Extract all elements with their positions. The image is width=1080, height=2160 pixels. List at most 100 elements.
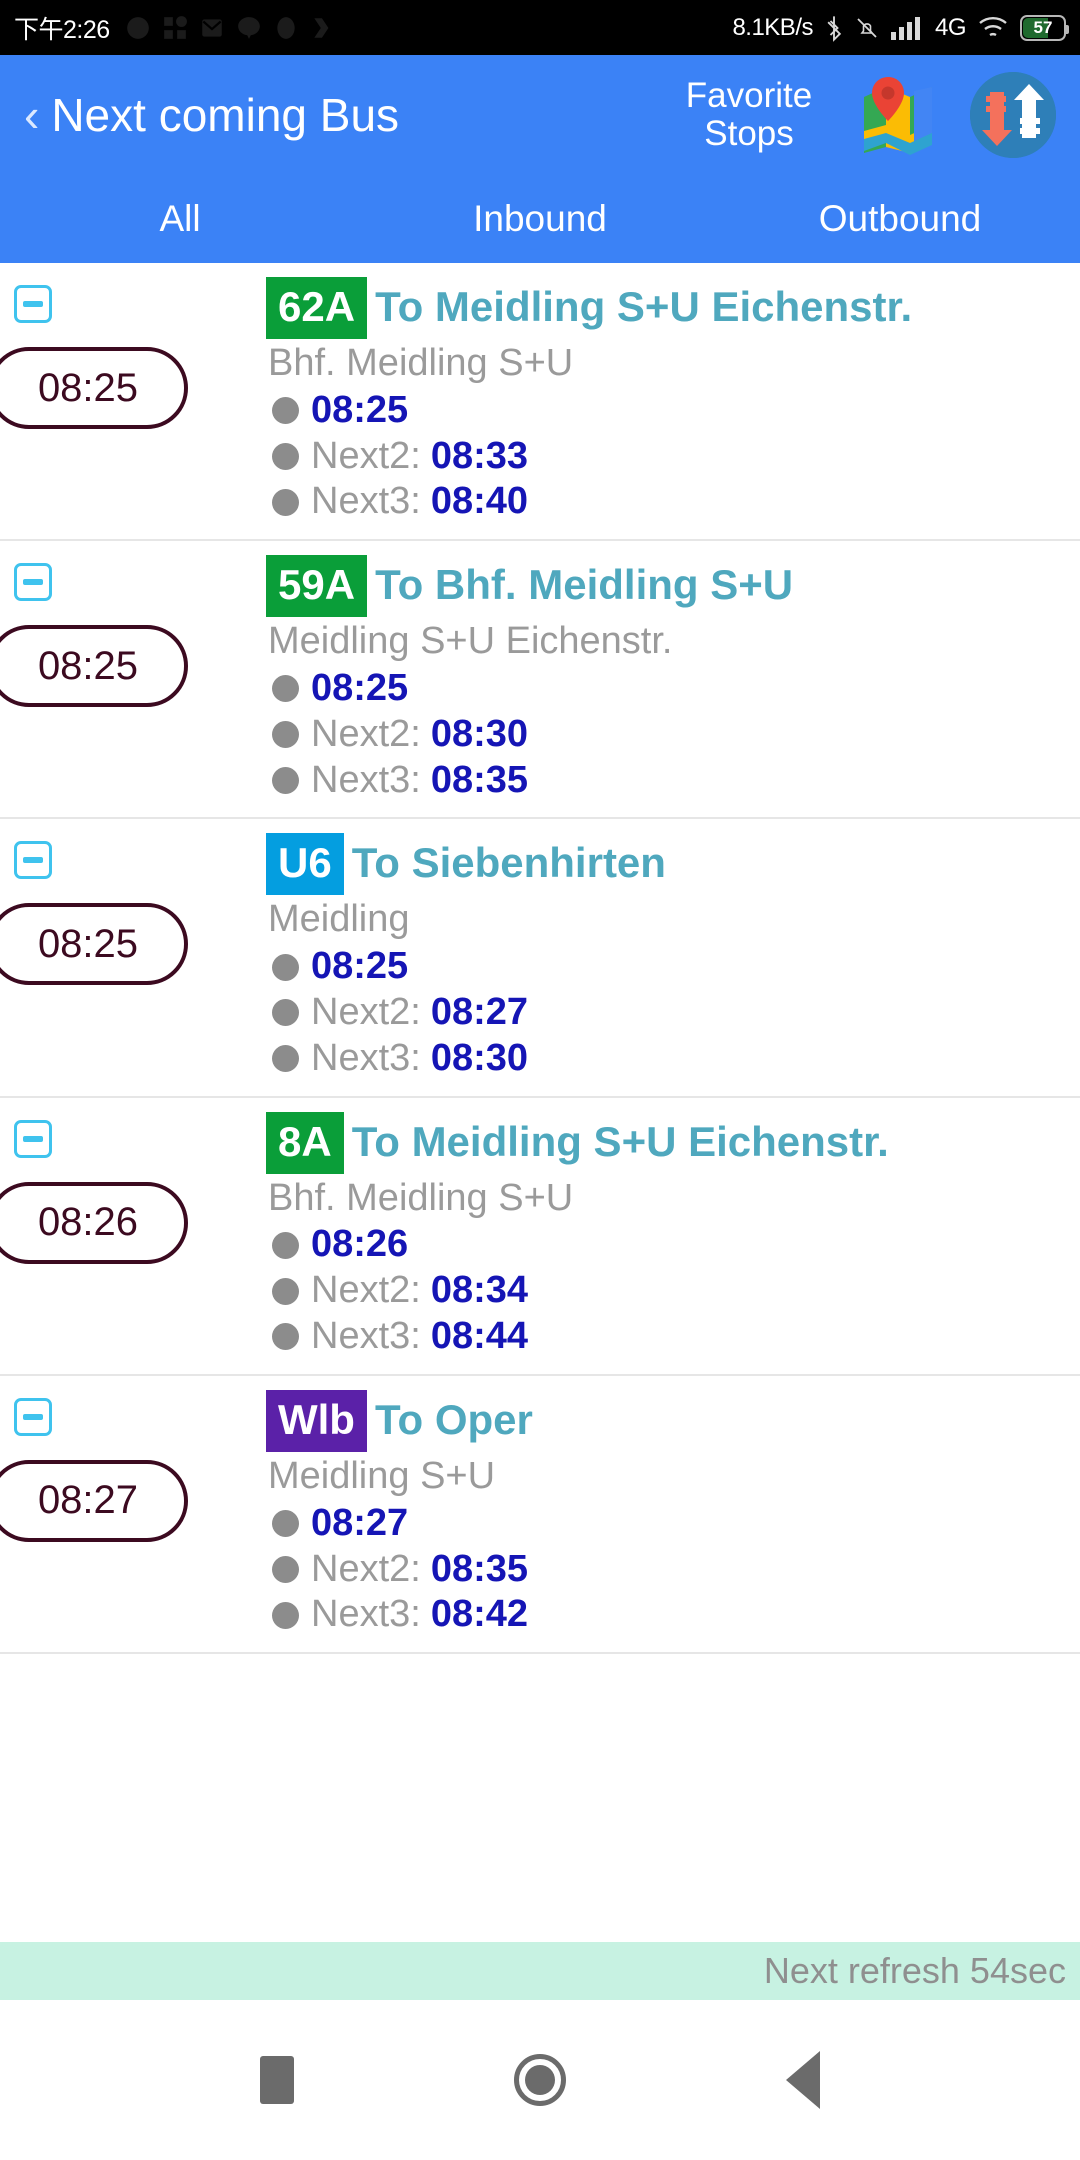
- bullet-icon: [272, 675, 299, 703]
- tab-inbound[interactable]: Inbound: [360, 198, 720, 240]
- tab-all[interactable]: All: [0, 198, 360, 240]
- favorite-stops-button[interactable]: Favorite Stops: [654, 77, 844, 153]
- triangle-back-icon[interactable]: [786, 2051, 820, 2109]
- time-label: Next3:: [311, 1593, 421, 1636]
- time-row: Next3: 08:44: [266, 1315, 1070, 1358]
- collapse-icon[interactable]: [14, 1119, 52, 1158]
- favorite-stops-label-line2: Stops: [704, 114, 794, 153]
- route-header: U6 To Siebenhirten: [266, 833, 1070, 896]
- departure-card[interactable]: 08:26 8A To Meidling S+U Eichenstr. Bhf.…: [0, 1098, 1080, 1376]
- square-recents-icon[interactable]: [260, 2056, 294, 2104]
- wifi-icon: [979, 16, 1007, 36]
- circle-home-icon[interactable]: [514, 2054, 566, 2106]
- next-departure-pill: 08:26: [0, 1181, 188, 1264]
- time-label: Next3:: [311, 480, 421, 523]
- route-badge: 8A: [266, 1111, 344, 1174]
- bullet-icon: [272, 1601, 299, 1629]
- time-row: Next2: 08:33: [266, 434, 1070, 478]
- line-icon: [237, 16, 260, 39]
- time-value: 08:34: [430, 1269, 529, 1312]
- time-row: 08:25: [266, 945, 1070, 988]
- time-value: 08:40: [430, 480, 529, 523]
- departure-card-body: 59A To Bhf. Meidling S+U Meidling S+U Ei…: [266, 555, 1080, 801]
- android-nav-bar: [0, 2000, 1080, 2160]
- route-header: Wlb To Oper: [266, 1389, 1070, 1452]
- time-value: 08:25: [311, 945, 409, 988]
- tab-bar: All Inbound Outbound: [0, 175, 1080, 263]
- time-value: 08:35: [430, 1547, 529, 1590]
- departure-card[interactable]: 08:25 59A To Bhf. Meidling S+U Meidling …: [0, 541, 1080, 820]
- next-departure-pill: 08:25: [0, 625, 188, 708]
- apps-icon: [163, 15, 187, 39]
- refresh-status-bar: Next refresh 54sec: [0, 1942, 1080, 2000]
- departure-list[interactable]: 08:25 62A To Meidling S+U Eichenstr. Bhf…: [0, 263, 1080, 1942]
- status-bar-right: 8.1KB/s 4G 57: [732, 13, 1069, 42]
- bluetooth-icon: [827, 15, 842, 42]
- stop-name: Meidling S+U: [268, 1454, 496, 1497]
- time-row: Next3: 08:42: [266, 1593, 1070, 1636]
- time-value: 08:44: [430, 1315, 529, 1358]
- next-refresh-text: Next refresh 54sec: [763, 1950, 1066, 1991]
- route-header: 8A To Meidling S+U Eichenstr.: [266, 1111, 1070, 1174]
- time-row: Next3: 08:40: [266, 481, 1070, 523]
- mobile-network-label: 4G: [934, 13, 967, 41]
- time-value: 08:42: [430, 1593, 529, 1636]
- time-row: Next3: 08:30: [266, 1037, 1070, 1080]
- map-icon[interactable]: [860, 73, 944, 157]
- collapse-icon[interactable]: [14, 1397, 52, 1436]
- silent-mode-icon: [857, 17, 877, 38]
- gmail-icon: [201, 18, 222, 37]
- chrome-icon: [126, 16, 149, 39]
- bullet-icon: [272, 488, 299, 516]
- time-row: Next2: 08:27: [266, 991, 1070, 1034]
- stop-name: Bhf. Meidling S+U: [268, 342, 574, 384]
- bullet-icon: [272, 1045, 299, 1073]
- time-row: 08:25: [266, 389, 1070, 432]
- circle-app-icon: [277, 16, 295, 39]
- time-row: 08:26: [266, 1224, 1070, 1266]
- time-value: 08:27: [311, 1501, 409, 1544]
- stop-name: Meidling: [268, 898, 410, 941]
- collapse-icon[interactable]: [14, 563, 52, 602]
- departure-card[interactable]: 08:25 U6 To Siebenhirten Meidling 08:25 …: [0, 819, 1080, 1098]
- route-header: 59A To Bhf. Meidling S+U: [266, 555, 1070, 618]
- bullet-icon: [272, 953, 299, 981]
- bullet-icon: [272, 1555, 299, 1583]
- time-label: Next2:: [311, 712, 421, 755]
- time-row: 08:27: [266, 1501, 1070, 1545]
- departure-card[interactable]: 08:27 Wlb To Oper Meidling S+U 08:27 Nex…: [0, 1376, 1080, 1655]
- collapse-icon[interactable]: [14, 841, 52, 880]
- signal-bars-icon: [890, 16, 920, 40]
- route-destination: To Oper: [374, 1395, 533, 1443]
- time-row: 08:25: [266, 667, 1070, 710]
- time-value: 08:30: [430, 712, 529, 755]
- bullet-icon: [272, 443, 299, 471]
- collapse-icon[interactable]: [14, 285, 52, 323]
- back-button[interactable]: ‹: [18, 88, 45, 142]
- battery-icon: 57: [1020, 14, 1069, 41]
- time-label: Next3:: [311, 1315, 421, 1358]
- tab-outbound[interactable]: Outbound: [720, 198, 1080, 240]
- check-app-icon: [314, 17, 329, 38]
- time-label: Next2:: [311, 434, 421, 477]
- next-departure-pill: 08:27: [0, 1459, 188, 1542]
- sync-updown-icon[interactable]: [970, 72, 1056, 158]
- route-badge: 62A: [266, 277, 368, 339]
- departure-card[interactable]: 08:25 62A To Meidling S+U Eichenstr. Bhf…: [0, 263, 1080, 542]
- departure-times: 08:25 Next2: 08:27 Next3: 08:30: [266, 945, 1070, 1080]
- route-destination: To Meidling S+U Eichenstr.: [351, 1117, 889, 1165]
- time-row: Next3: 08:35: [266, 759, 1070, 802]
- bullet-icon: [272, 767, 299, 795]
- route-destination: To Siebenhirten: [351, 839, 666, 887]
- next-departure-pill: 08:25: [0, 903, 188, 986]
- status-bar: 下午2:26 8.1KB/s 4G 57: [0, 0, 1080, 55]
- time-label: Next2:: [311, 1547, 421, 1590]
- bullet-icon: [272, 999, 299, 1027]
- time-value: 08:33: [430, 434, 529, 477]
- stop-name: Meidling S+U Eichenstr.: [268, 620, 673, 663]
- network-speed: 8.1KB/s: [732, 13, 813, 41]
- route-header: 62A To Meidling S+U Eichenstr.: [266, 277, 1070, 339]
- route-destination: To Meidling S+U Eichenstr.: [375, 283, 913, 330]
- bullet-icon: [272, 1323, 299, 1351]
- bullet-icon: [272, 1231, 299, 1259]
